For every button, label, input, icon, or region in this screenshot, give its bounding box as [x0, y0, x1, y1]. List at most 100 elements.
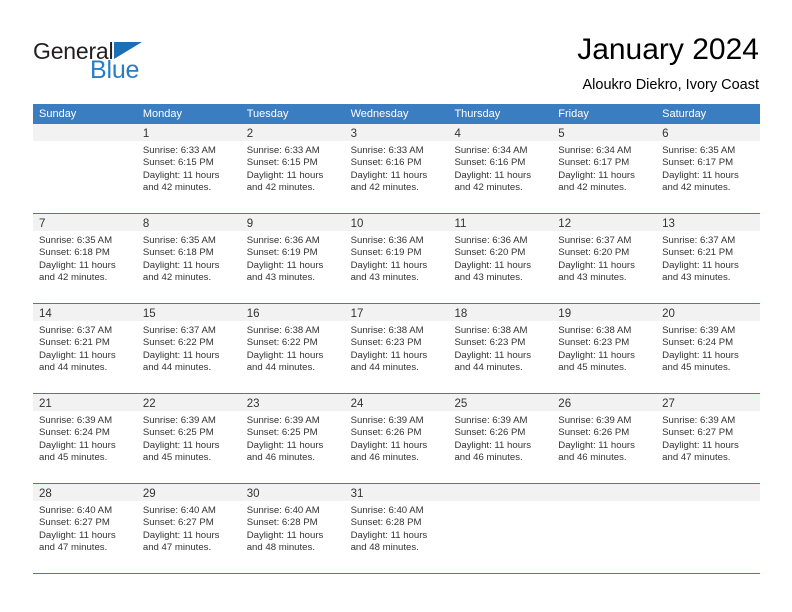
calendar-week-row: 1 Sunrise: 6:33 AM Sunset: 6:15 PM Daylight… — [33, 124, 761, 213]
calendar-day-cell[interactable]: 3 Sunrise: 6:33 AM Sunset: 6:16 PM Daylight… — [344, 124, 449, 213]
calendar-day-cell[interactable]: 28 Sunrise: 6:40 AM Sunset: 6:27 PM Dayligh… — [33, 484, 137, 573]
day-detail-line: and 45 minutes. — [142, 451, 212, 463]
day-detail-line: Sunrise: 6:39 AM — [142, 415, 216, 426]
day-detail-line: and 43 minutes. — [246, 271, 315, 283]
day-detail-line: Sunset: 6:23 PM — [350, 337, 422, 349]
day-detail-line: Sunset: 6:17 PM — [662, 157, 734, 169]
day-detail-line: Daylight: 11 hours — [350, 529, 428, 541]
day-detail-line: and 46 minutes. — [350, 451, 419, 463]
day-detail-line: Sunrise: 6:37 AM — [39, 325, 113, 336]
day-detail-line: and 46 minutes. — [454, 451, 523, 463]
calendar-day-cell[interactable]: 10 Sunrise: 6:36 AM Sunset: 6:19 PM Dayligh… — [344, 214, 449, 303]
calendar-day-cell[interactable]: 15 Sunrise: 6:37 AM Sunset: 6:22 PM Dayligh… — [136, 304, 241, 393]
calendar-day-cell[interactable]: 16 Sunrise: 6:38 AM Sunset: 6:22 PM Dayligh… — [240, 304, 345, 393]
day-number-band: 9 — [240, 214, 345, 231]
day-number: 28 — [39, 488, 52, 500]
day-detail-line: Sunrise: 6:37 AM — [142, 325, 216, 336]
day-detail-line: Sunrise: 6:39 AM — [662, 325, 736, 336]
day-detail-line: Daylight: 11 hours — [558, 259, 635, 271]
day-detail-line: and 43 minutes. — [350, 271, 419, 283]
calendar-day-cell[interactable]: 9 Sunrise: 6:36 AM Sunset: 6:19 PM Daylight… — [240, 214, 345, 303]
calendar-day-cell[interactable]: 30 Sunrise: 6:40 AM Sunset: 6:28 PM Dayligh… — [240, 484, 345, 573]
day-details: Sunrise: 6:37 AM Sunset: 6:20 PM Daylight:… — [552, 231, 656, 284]
day-details: Sunrise: 6:33 AM Sunset: 6:16 PM Daylight:… — [345, 141, 449, 194]
day-number-band: 5 — [552, 124, 657, 141]
calendar-day-cell-empty — [448, 484, 553, 573]
calendar-day-cell-empty — [552, 484, 657, 573]
day-number-band: 22 — [136, 394, 241, 411]
day-detail-line: Daylight: 11 hours — [454, 439, 532, 451]
calendar-day-cell[interactable]: 6 Sunrise: 6:35 AM Sunset: 6:17 PM Daylight… — [656, 124, 761, 213]
calendar-day-cell[interactable]: 4 Sunrise: 6:34 AM Sunset: 6:16 PM Daylight… — [448, 124, 553, 213]
calendar-day-cell[interactable]: 5 Sunrise: 6:34 AM Sunset: 6:17 PM Daylight… — [552, 124, 657, 213]
day-number-band: 26 — [552, 394, 657, 411]
day-detail-line: Daylight: 11 hours — [246, 529, 324, 541]
day-number-band: 6 — [656, 124, 761, 141]
day-details: Sunrise: 6:39 AM Sunset: 6:26 PM Daylight:… — [552, 411, 656, 464]
calendar-day-cell[interactable]: 7 Sunrise: 6:35 AM Sunset: 6:18 PM Daylight… — [33, 214, 137, 303]
day-detail-line: and 44 minutes. — [39, 361, 108, 373]
day-detail-line: Daylight: 11 hours — [39, 349, 116, 361]
calendar-day-cell[interactable]: 26 Sunrise: 6:39 AM Sunset: 6:26 PM Dayligh… — [552, 394, 657, 483]
day-detail-line: Sunset: 6:28 PM — [350, 517, 422, 529]
day-details: Sunrise: 6:39 AM Sunset: 6:25 PM Daylight:… — [137, 411, 241, 464]
calendar-day-cell[interactable]: 13 Sunrise: 6:37 AM Sunset: 6:21 PM Dayligh… — [656, 214, 761, 303]
day-detail-line: Daylight: 11 hours — [246, 349, 324, 361]
calendar-day-cell[interactable]: 25 Sunrise: 6:39 AM Sunset: 6:26 PM Dayligh… — [448, 394, 553, 483]
day-details: Sunrise: 6:40 AM Sunset: 6:27 PM Daylight:… — [137, 501, 241, 554]
day-detail-line: Daylight: 11 hours — [350, 169, 428, 181]
day-details: Sunrise: 6:37 AM Sunset: 6:21 PM Daylight:… — [656, 231, 760, 284]
day-number: 9 — [246, 218, 254, 230]
day-detail-line: Sunrise: 6:40 AM — [246, 505, 320, 516]
calendar-day-cell[interactable]: 11 Sunrise: 6:36 AM Sunset: 6:20 PM Dayligh… — [448, 214, 553, 303]
day-details: Sunrise: 6:39 AM Sunset: 6:26 PM Daylight:… — [448, 411, 552, 464]
day-number-band: 29 — [136, 484, 241, 501]
calendar-day-cell[interactable]: 14 Sunrise: 6:37 AM Sunset: 6:21 PM Dayligh… — [33, 304, 137, 393]
day-number-band: 16 — [240, 304, 345, 321]
day-detail-line: Sunset: 6:23 PM — [454, 337, 526, 349]
calendar-day-cell[interactable]: 17 Sunrise: 6:38 AM Sunset: 6:23 PM Dayligh… — [344, 304, 449, 393]
day-number: 24 — [350, 398, 364, 410]
day-details — [448, 501, 552, 505]
calendar-day-cell[interactable]: 31 Sunrise: 6:40 AM Sunset: 6:28 PM Dayligh… — [344, 484, 449, 573]
calendar-day-cell[interactable]: 21 Sunrise: 6:39 AM Sunset: 6:24 PM Dayligh… — [33, 394, 137, 483]
day-number: 21 — [39, 398, 52, 410]
day-detail-line: Daylight: 11 hours — [39, 529, 116, 541]
day-detail-line: Daylight: 11 hours — [246, 169, 324, 181]
calendar-grid: Sunday Monday Tuesday Wednesday Thursday Frid… — [33, 104, 761, 574]
calendar-week-row: 21 Sunrise: 6:39 AM Sunset: 6:24 PM Dayligh… — [33, 393, 761, 483]
day-detail-line: Daylight: 11 hours — [246, 259, 324, 271]
day-detail-line: Daylight: 11 hours — [142, 439, 220, 451]
day-number-band: 4 — [448, 124, 553, 141]
calendar-day-cell[interactable]: 19 Sunrise: 6:38 AM Sunset: 6:23 PM Dayligh… — [552, 304, 657, 393]
day-detail-line: and 44 minutes. — [350, 361, 419, 373]
day-details: Sunrise: 6:34 AM Sunset: 6:16 PM Daylight:… — [448, 141, 552, 194]
weekday-header-monday: Monday — [142, 108, 182, 120]
calendar-day-cell[interactable]: 24 Sunrise: 6:39 AM Sunset: 6:26 PM Dayligh… — [344, 394, 449, 483]
day-detail-line: Sunrise: 6:38 AM — [246, 325, 320, 336]
day-number-band: 27 — [656, 394, 761, 411]
day-detail-line: Sunset: 6:15 PM — [246, 157, 318, 169]
calendar-page: General Blue January 2024 Aloukro Diekro… — [0, 0, 792, 612]
calendar-day-cell[interactable]: 18 Sunrise: 6:38 AM Sunset: 6:23 PM Dayligh… — [448, 304, 553, 393]
calendar-day-cell[interactable]: 8 Sunrise: 6:35 AM Sunset: 6:18 PM Daylight… — [136, 214, 241, 303]
day-detail-line: Sunset: 6:15 PM — [142, 157, 214, 169]
calendar-day-cell[interactable]: 23 Sunrise: 6:39 AM Sunset: 6:25 PM Dayligh… — [240, 394, 345, 483]
weekday-header-row: Sunday Monday Tuesday Wednesday Thursday Frid… — [33, 104, 760, 124]
day-detail-line: Daylight: 11 hours — [558, 349, 635, 361]
day-number-band — [33, 124, 137, 141]
logo-text-blue: Blue — [90, 56, 140, 84]
day-detail-line: and 44 minutes. — [142, 361, 212, 373]
calendar-day-cell[interactable]: 27 Sunrise: 6:39 AM Sunset: 6:27 PM Dayligh… — [656, 394, 761, 483]
calendar-day-cell[interactable]: 12 Sunrise: 6:37 AM Sunset: 6:20 PM Dayligh… — [552, 214, 657, 303]
day-detail-line: Daylight: 11 hours — [350, 349, 428, 361]
day-detail-line: and 45 minutes. — [662, 361, 731, 373]
calendar-day-cell[interactable]: 22 Sunrise: 6:39 AM Sunset: 6:25 PM Dayligh… — [136, 394, 241, 483]
day-detail-line: Daylight: 11 hours — [662, 259, 739, 271]
weekday-header-sunday: Sunday — [39, 108, 77, 120]
calendar-day-cell[interactable]: 1 Sunrise: 6:33 AM Sunset: 6:15 PM Daylight… — [136, 124, 241, 213]
calendar-day-cell[interactable]: 2 Sunrise: 6:33 AM Sunset: 6:15 PM Daylight… — [240, 124, 345, 213]
general-blue-logo[interactable]: General Blue — [33, 38, 163, 84]
calendar-day-cell[interactable]: 29 Sunrise: 6:40 AM Sunset: 6:27 PM Dayligh… — [136, 484, 241, 573]
calendar-day-cell[interactable]: 20 Sunrise: 6:39 AM Sunset: 6:24 PM Dayligh… — [656, 304, 761, 393]
